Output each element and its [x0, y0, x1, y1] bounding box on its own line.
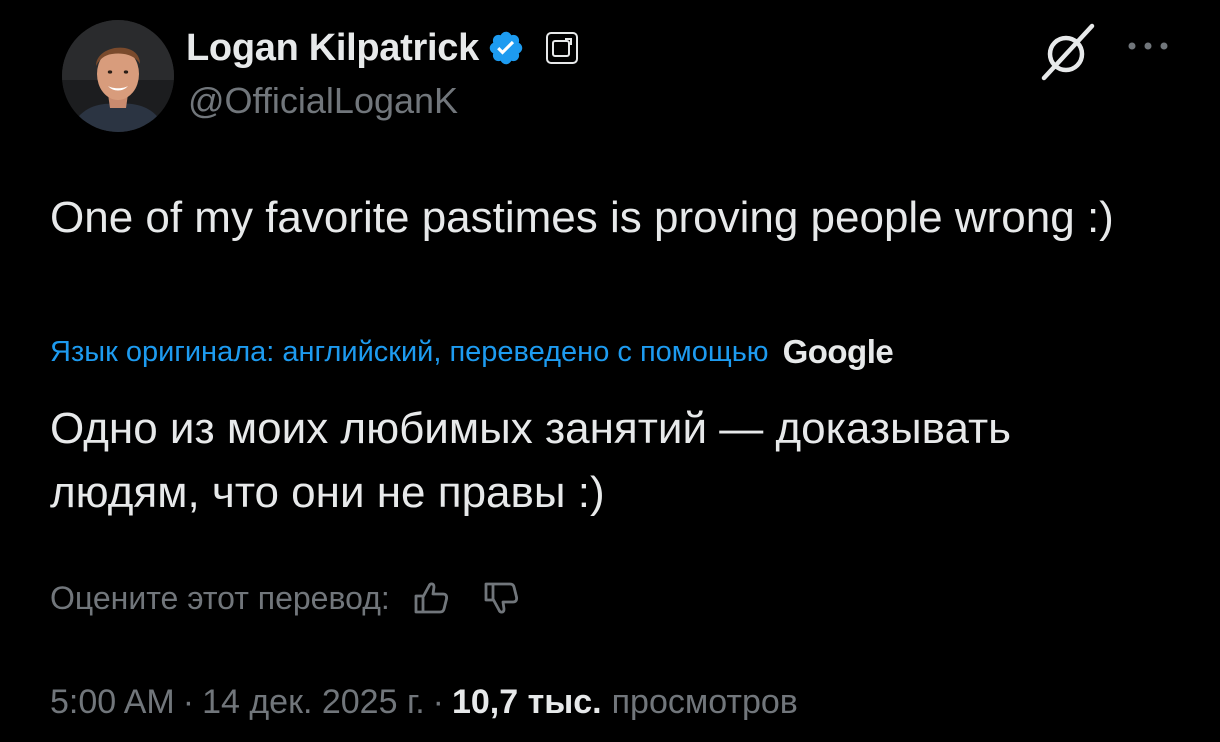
- google-logo: Google: [782, 333, 894, 370]
- grok-icon[interactable]: [1036, 20, 1100, 84]
- views-count: 10,7 тыс.: [451, 682, 602, 721]
- affiliate-badge-icon[interactable]: [545, 31, 579, 65]
- separator-dot: ·: [432, 682, 444, 721]
- avatar-image: [62, 20, 174, 132]
- tweet-date[interactable]: 14 дек. 2025 г.: [202, 683, 425, 722]
- verified-badge-icon[interactable]: [487, 29, 525, 67]
- avatar[interactable]: [62, 20, 174, 132]
- thumbs-up-icon[interactable]: [412, 578, 452, 618]
- rate-translation-label: Оцените этот перевод:: [50, 579, 390, 616]
- author-line: Logan Kilpatrick: [186, 24, 579, 72]
- tweet-meta: 5:00 AM · 14 дек. 2025 г. · 10,7 тыс. пр…: [50, 678, 798, 726]
- views-label: просмотров: [611, 682, 798, 721]
- tweet: Logan Kilpatrick @OfficialLoganK One of …: [0, 0, 1220, 742]
- rate-translation-row: Оцените этот перевод:: [50, 574, 522, 622]
- author-handle[interactable]: @OfficialLoganK: [188, 80, 458, 122]
- tweet-text: One of my favorite pastimes is proving p…: [50, 193, 1114, 242]
- translated-text: Одно из моих любимых занятий — доказыват…: [50, 404, 1012, 517]
- tweet-time[interactable]: 5:00 AM: [50, 683, 175, 722]
- thumbs-down-icon[interactable]: [482, 578, 522, 618]
- translation-note: Язык оригинала: английский, переведено с…: [50, 330, 894, 374]
- translation-note-link[interactable]: Язык оригинала: английский, переведено с…: [50, 336, 769, 369]
- author-name[interactable]: Logan Kilpatrick: [186, 27, 479, 70]
- more-icon[interactable]: [1124, 34, 1172, 58]
- separator-dot: ·: [182, 682, 195, 721]
